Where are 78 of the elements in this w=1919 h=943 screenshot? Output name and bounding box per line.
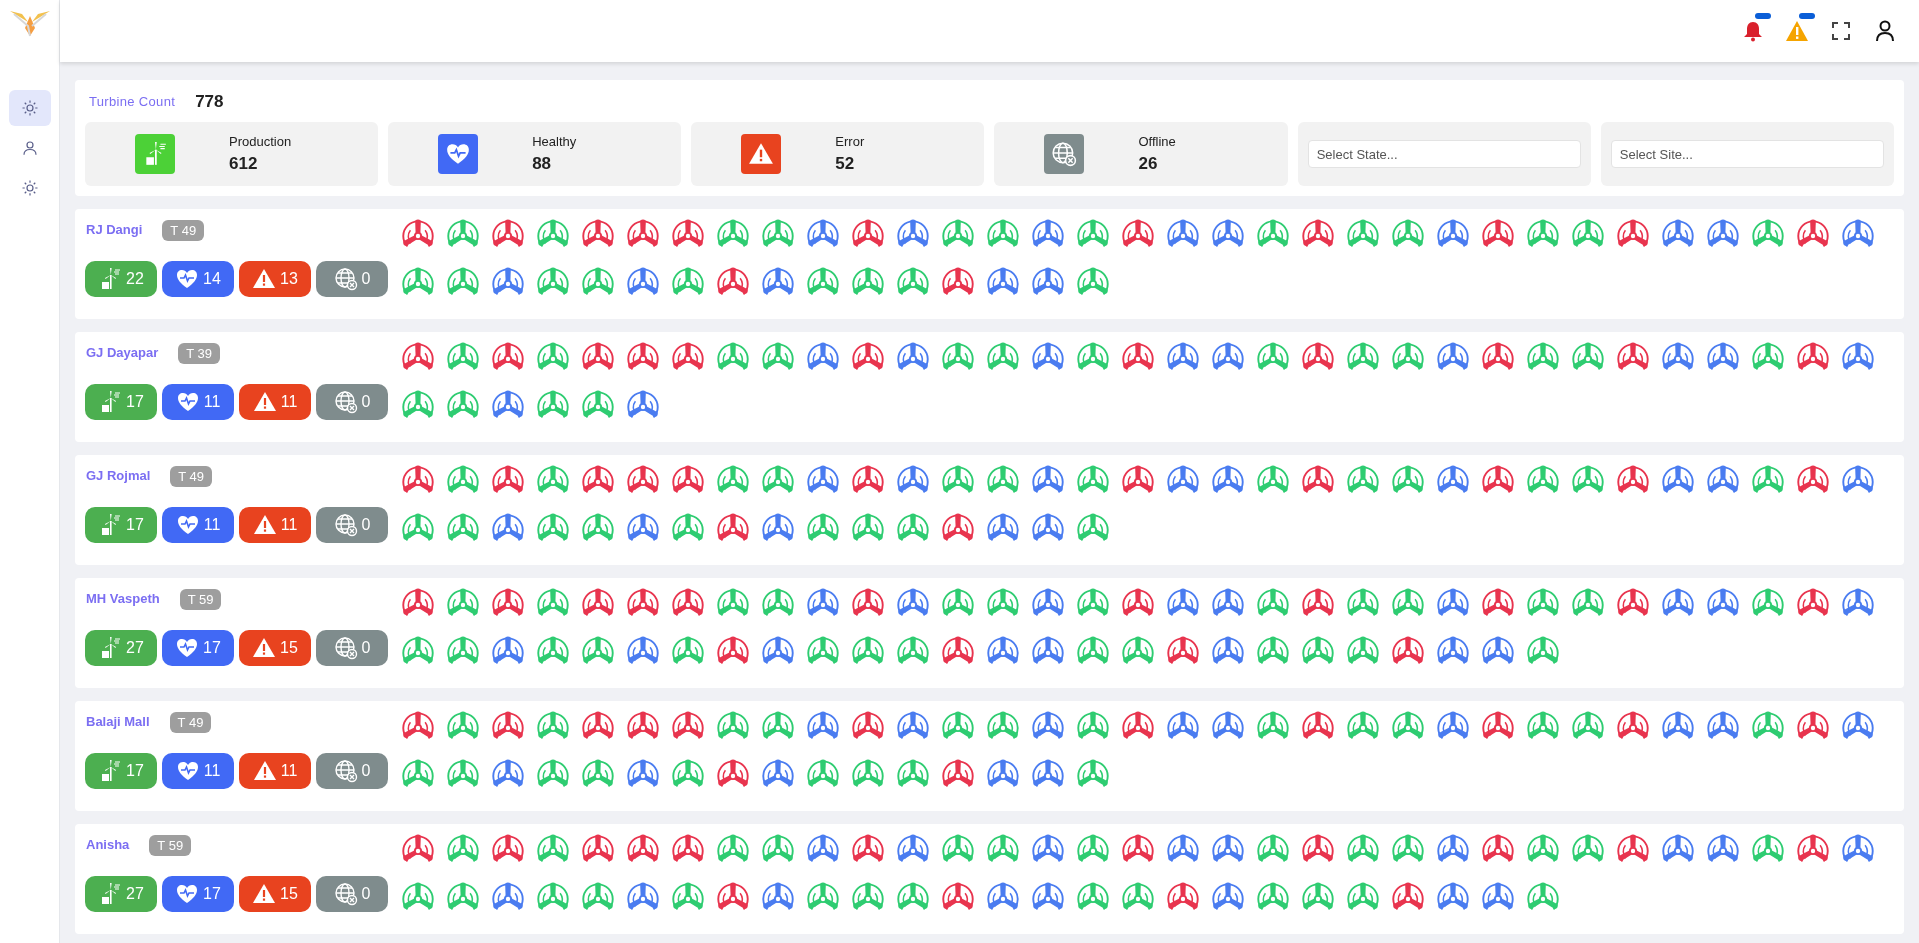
healthy-count-pill: 17 xyxy=(162,630,234,666)
production-count-pill: 27 xyxy=(85,630,157,666)
heart-pulse-icon xyxy=(175,267,200,291)
heart-pulse-icon xyxy=(175,636,200,660)
stat-label: Error xyxy=(835,132,865,151)
healthy-count-pill: 14 xyxy=(162,261,234,297)
bell-icon xyxy=(1743,20,1763,42)
turbine-count-badge: T 59 xyxy=(149,834,192,856)
error-count-pill: 15 xyxy=(239,630,311,666)
warning-icon xyxy=(748,141,775,167)
site-name[interactable]: RJ Dangi xyxy=(86,220,143,240)
offline-count-pill: 0 xyxy=(316,384,388,420)
site-name[interactable]: Balaji Mall xyxy=(86,712,150,732)
heart-pulse-icon xyxy=(175,759,200,783)
warning-icon xyxy=(252,513,277,537)
error-count-pill: 15 xyxy=(239,876,311,912)
turbine-count-badge: T 49 xyxy=(169,711,212,733)
heart-pulse-icon xyxy=(175,390,200,414)
alert-badge xyxy=(1799,13,1815,19)
stat-value: 52 xyxy=(835,153,856,175)
offline-count-pill: 0 xyxy=(316,876,388,912)
stat-value: 88 xyxy=(532,153,553,175)
globe-offline-icon xyxy=(1051,141,1078,167)
turbine-count-badge: T 39 xyxy=(178,342,221,364)
site-name[interactable]: GJ Dayapar xyxy=(86,343,159,363)
production-count-pill: 27 xyxy=(85,876,157,912)
production-count-pill: 22 xyxy=(85,261,157,297)
offline-count-pill: 0 xyxy=(316,261,388,297)
offline-count-pill: 0 xyxy=(316,507,388,543)
heart-pulse-icon xyxy=(175,882,200,906)
globe-offline-icon xyxy=(333,636,358,660)
offline-count-pill: 0 xyxy=(316,753,388,789)
stat-label: Production xyxy=(229,132,292,151)
turbine-count-badge: T 59 xyxy=(179,588,222,610)
globe-offline-icon xyxy=(333,513,358,537)
production-count-pill: 17 xyxy=(85,507,157,543)
healthy-count-pill: 17 xyxy=(162,876,234,912)
select-field[interactable]: Select Site... xyxy=(1610,140,1884,168)
warning-icon xyxy=(252,390,277,414)
summary-total: 778 xyxy=(195,91,224,114)
production-count-pill: 17 xyxy=(85,753,157,789)
error-count-pill: 13 xyxy=(239,261,311,297)
select-field[interactable]: Select State... xyxy=(1307,140,1581,168)
offline-count-pill: 0 xyxy=(316,630,388,666)
globe-offline-icon xyxy=(333,390,358,414)
sun-icon xyxy=(20,179,39,197)
fullscreen-icon xyxy=(1832,22,1850,40)
site-name[interactable]: GJ Rojmal xyxy=(86,466,151,486)
site-name[interactable]: MH Vaspeth xyxy=(86,589,160,609)
warning-icon xyxy=(252,882,277,906)
user-icon xyxy=(20,139,39,157)
user-icon xyxy=(1875,20,1895,42)
healthy-count-pill: 11 xyxy=(162,507,234,543)
globe-offline-icon xyxy=(333,267,358,291)
sidebar-item[interactable] xyxy=(8,90,51,126)
error-count-pill: 11 xyxy=(239,753,311,789)
globe-offline-icon xyxy=(333,759,358,783)
globe-offline-icon xyxy=(333,882,358,906)
turbine-count-badge: T 49 xyxy=(170,465,213,487)
healthy-count-pill: 11 xyxy=(162,384,234,420)
sun-icon xyxy=(20,99,39,117)
stat-label: Offline xyxy=(1138,132,1176,151)
heart-pulse-icon xyxy=(175,513,200,537)
warning-icon xyxy=(252,636,277,660)
notification-badge xyxy=(1755,13,1771,19)
error-count-pill: 11 xyxy=(239,507,311,543)
stat-value: 26 xyxy=(1138,153,1159,175)
warning-icon xyxy=(252,267,277,291)
warning-icon xyxy=(1785,20,1809,42)
turbine-count-badge: T 49 xyxy=(162,219,205,241)
stat-value: 612 xyxy=(229,153,259,175)
warning-icon xyxy=(252,759,277,783)
production-count-pill: 17 xyxy=(85,384,157,420)
summary-title: Turbine Count xyxy=(89,93,176,112)
stat-label: Healthy xyxy=(532,132,577,151)
healthy-count-pill: 11 xyxy=(162,753,234,789)
error-count-pill: 11 xyxy=(239,384,311,420)
site-name[interactable]: Anisha xyxy=(86,835,130,855)
